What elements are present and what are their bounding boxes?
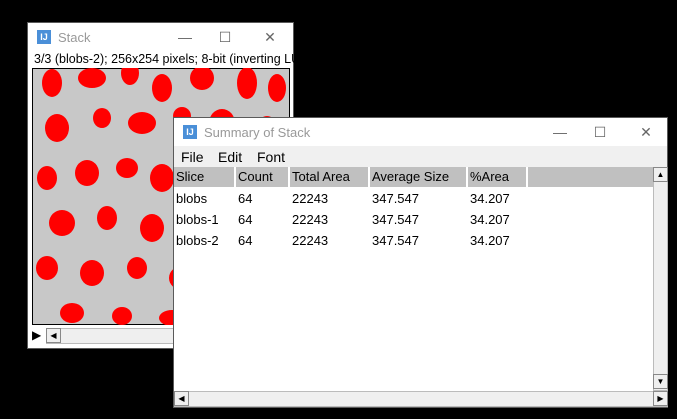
blob-overlay	[75, 160, 99, 186]
table-cell: blobs-1	[176, 212, 219, 227]
blob-overlay	[268, 74, 286, 102]
maximize-button[interactable]: ☐	[211, 27, 239, 47]
table-cell: 64	[238, 212, 253, 227]
blob-overlay	[128, 112, 156, 134]
menu-bar: File Edit Font	[174, 146, 667, 167]
scroll-down-button[interactable]: ▼	[653, 374, 668, 389]
close-button[interactable]: ✕	[632, 122, 660, 142]
blob-overlay	[42, 69, 62, 97]
results-table: Slice Count Total Area Average Size %Are…	[174, 167, 653, 391]
maximize-button[interactable]: ☐	[586, 122, 614, 142]
column-percent-area[interactable]: %Area	[468, 167, 528, 187]
blob-overlay	[45, 114, 69, 142]
image-info: 3/3 (blobs-2); 256x254 pixels; 8-bit (in…	[34, 52, 294, 66]
blob-overlay	[60, 303, 84, 323]
summary-window: IJ Summary of Stack — ☐ ✕ File Edit Font…	[173, 117, 668, 408]
table-cell: blobs	[176, 191, 208, 206]
table-cell: 64	[238, 233, 253, 248]
stack-title: Stack	[58, 30, 91, 45]
imagej-icon: IJ	[183, 125, 197, 139]
table-cell: blobs-2	[176, 233, 219, 248]
blob-overlay	[152, 74, 172, 102]
summary-title-bar[interactable]: IJ Summary of Stack — ☐ ✕	[174, 118, 667, 146]
scroll-left-button[interactable]: ◀	[174, 391, 189, 406]
blob-overlay	[80, 260, 104, 286]
menu-file[interactable]: File	[181, 149, 204, 165]
table-cell: 34.207	[470, 191, 510, 206]
close-button[interactable]: ✕	[256, 27, 284, 47]
column-total-area[interactable]: Total Area	[290, 167, 370, 187]
scroll-up-button[interactable]: ▲	[653, 167, 668, 182]
table-row[interactable]: blobs 64 22243 347.547 34.207	[174, 191, 653, 211]
blob-overlay	[97, 206, 117, 230]
vertical-scrollbar[interactable]	[653, 167, 668, 391]
minimize-button[interactable]: —	[546, 122, 574, 142]
blob-overlay	[150, 164, 174, 192]
table-cell: 347.547	[372, 233, 419, 248]
menu-font[interactable]: Font	[257, 149, 285, 165]
horizontal-scrollbar[interactable]	[174, 391, 668, 407]
blob-overlay	[36, 256, 58, 280]
table-cell: 22243	[292, 212, 329, 227]
blob-overlay	[93, 108, 111, 128]
blob-overlay	[49, 210, 75, 236]
table-cell: 64	[238, 191, 253, 206]
table-cell: 34.207	[470, 212, 510, 227]
blob-overlay	[140, 214, 164, 242]
column-slice[interactable]: Slice	[174, 167, 236, 187]
column-count[interactable]: Count	[236, 167, 290, 187]
minimize-button[interactable]: —	[171, 27, 199, 47]
column-average-size[interactable]: Average Size	[370, 167, 468, 187]
blob-overlay	[78, 68, 106, 88]
blob-overlay	[116, 158, 138, 178]
stack-title-bar[interactable]: IJ Stack — ☐ ✕	[28, 23, 293, 51]
summary-title: Summary of Stack	[204, 125, 311, 140]
blob-overlay	[112, 307, 132, 325]
menu-edit[interactable]: Edit	[218, 149, 242, 165]
table-header: Slice Count Total Area Average Size %Are…	[174, 167, 653, 187]
table-cell: 347.547	[372, 191, 419, 206]
scroll-right-button[interactable]: ▶	[653, 391, 668, 406]
table-cell: 22243	[292, 191, 329, 206]
blob-overlay	[37, 166, 57, 190]
table-cell: 22243	[292, 233, 329, 248]
blob-overlay	[237, 68, 257, 99]
imagej-icon: IJ	[37, 30, 51, 44]
table-cell: 34.207	[470, 233, 510, 248]
table-cell: 347.547	[372, 212, 419, 227]
play-animation-icon[interactable]: ▶	[32, 328, 41, 342]
blob-overlay	[127, 257, 147, 279]
scroll-left-button[interactable]: ◀	[46, 328, 61, 343]
table-row[interactable]: blobs-1 64 22243 347.547 34.207	[174, 212, 653, 232]
table-row[interactable]: blobs-2 64 22243 347.547 34.207	[174, 233, 653, 253]
